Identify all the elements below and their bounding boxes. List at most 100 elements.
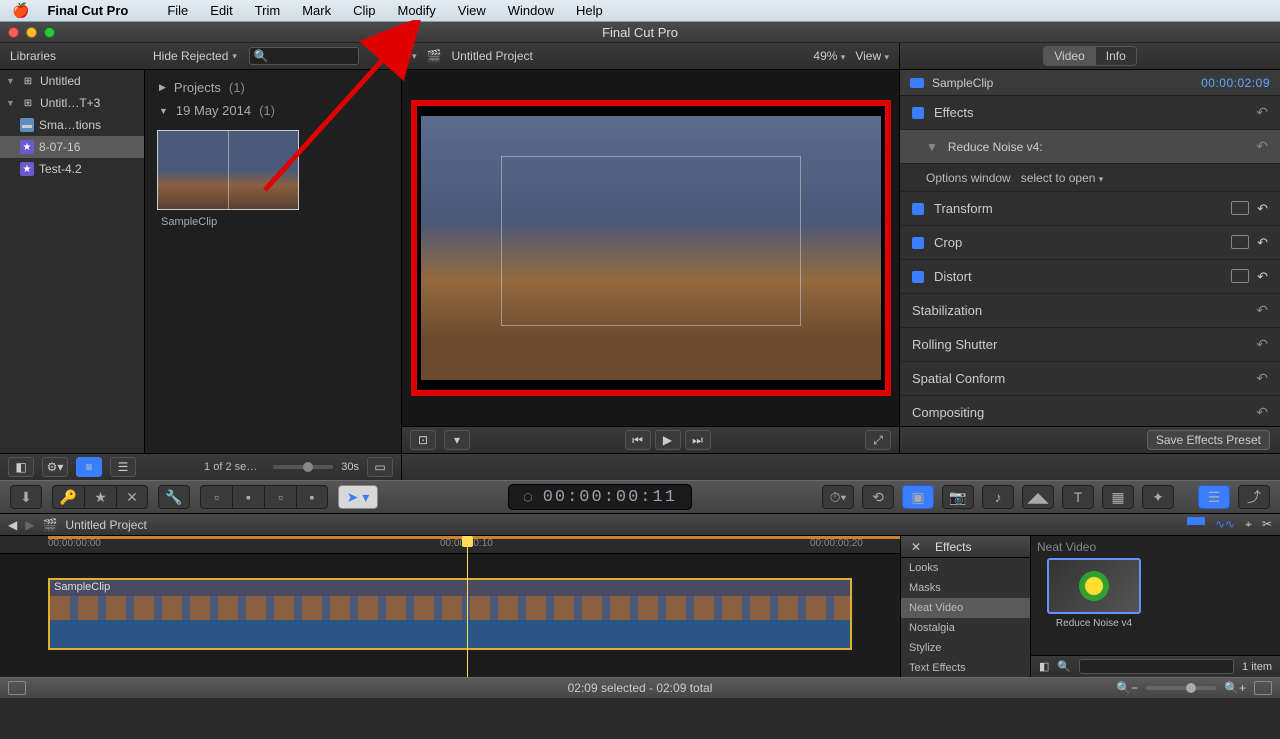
- list-view[interactable]: ☰: [110, 457, 136, 477]
- audio-waveform-icon[interactable]: ∿∿: [1215, 517, 1235, 532]
- fullscreen-button[interactable]: ⤢: [865, 430, 891, 450]
- effects-browser-button[interactable]: ▣: [902, 485, 934, 509]
- reset-icon[interactable]: ↶: [1256, 370, 1268, 387]
- select-tool[interactable]: ➤ ▾: [338, 485, 378, 509]
- timeline[interactable]: 00:00:00:00 00:00:00:10 00:00:00:20 Samp…: [0, 536, 900, 677]
- library-item-selected[interactable]: ★8-07-16: [0, 136, 144, 158]
- fx-category[interactable]: Nostalgia: [901, 618, 1030, 638]
- crop-rect[interactable]: [501, 156, 801, 326]
- fx-category[interactable]: Masks: [901, 578, 1030, 598]
- reset-icon[interactable]: ↶: [1257, 235, 1268, 251]
- inspector-toggle[interactable]: ☰: [1198, 485, 1230, 509]
- menu-mark[interactable]: Mark: [291, 3, 342, 18]
- browser-search[interactable]: 🔍: [249, 47, 359, 65]
- fx-subtab[interactable]: Neat Video: [1037, 540, 1274, 554]
- reset-icon[interactable]: ↶: [1256, 302, 1268, 319]
- clip-thumbnail[interactable]: [157, 130, 299, 210]
- share-button[interactable]: ⤴: [1238, 485, 1270, 509]
- fx-category[interactable]: Text Effects: [901, 658, 1030, 677]
- themes-browser-button[interactable]: ✦: [1142, 485, 1174, 509]
- auto-enhance-button[interactable]: ⟲: [862, 485, 894, 509]
- effects-enable-checkbox[interactable]: [912, 107, 924, 119]
- titles-browser-button[interactable]: T: [1062, 485, 1094, 509]
- menu-view[interactable]: View: [447, 3, 497, 18]
- distort-tool-icon[interactable]: [1231, 269, 1249, 283]
- reset-icon[interactable]: ↶: [1256, 104, 1268, 121]
- effect-reduce-noise[interactable]: Reduce Noise v4:: [948, 140, 1043, 154]
- transform-enable-checkbox[interactable]: [912, 203, 924, 215]
- zoom-slider[interactable]: [1146, 686, 1216, 690]
- clip-name[interactable]: SampleClip: [161, 216, 389, 228]
- fx-filmstrip-toggle[interactable]: ◧: [1039, 660, 1049, 673]
- crop-tool-icon[interactable]: [1231, 235, 1249, 249]
- menu-help[interactable]: Help: [565, 3, 614, 18]
- snapping-toggle[interactable]: ⌖: [1245, 517, 1252, 532]
- play-button[interactable]: ▶: [655, 430, 681, 450]
- transform-tool[interactable]: ⊡: [410, 430, 436, 450]
- library-item[interactable]: ▬Sma…tions: [0, 114, 144, 136]
- library-item[interactable]: ▼⊞Untitl…T+3: [0, 92, 144, 114]
- library-item[interactable]: ★Test-4.2: [0, 158, 144, 180]
- playhead[interactable]: [467, 536, 468, 677]
- effect-item[interactable]: Reduce Noise v4: [1047, 558, 1141, 629]
- fx-category[interactable]: Stylize: [901, 638, 1030, 658]
- date-disclosure[interactable]: ▼19 May 2014(1): [151, 99, 395, 122]
- clip-appearance-button[interactable]: [1254, 681, 1272, 695]
- zoom-in-button[interactable]: 🔍+: [1224, 681, 1246, 695]
- menu-trim[interactable]: Trim: [244, 3, 292, 18]
- menu-window[interactable]: Window: [497, 3, 565, 18]
- tab-video[interactable]: Video: [1043, 46, 1095, 66]
- zoom-level[interactable]: 49% ▾: [813, 49, 845, 63]
- timecode-display[interactable]: ⬡ 00:00:00:11: [508, 484, 692, 510]
- retime-menu[interactable]: ⏱▾: [822, 485, 854, 509]
- next-edit-button[interactable]: ⏭: [685, 430, 711, 450]
- projects-disclosure[interactable]: ▶Projects(1): [151, 76, 395, 99]
- menu-edit[interactable]: Edit: [199, 3, 243, 18]
- transform-dropdown[interactable]: ▾: [444, 430, 470, 450]
- distort-enable-checkbox[interactable]: [912, 271, 924, 283]
- favorite-button[interactable]: ★: [84, 485, 116, 509]
- fx-category[interactable]: Neat Video: [901, 598, 1030, 618]
- enhance-button[interactable]: 🔧: [158, 485, 190, 509]
- menu-file[interactable]: File: [156, 3, 199, 18]
- connect-clip-button[interactable]: ▫: [200, 485, 232, 509]
- hide-rejected-dropdown[interactable]: Hide Rejected▾: [145, 49, 245, 63]
- video-role-toggle[interactable]: [1187, 517, 1205, 525]
- fx-category[interactable]: Looks: [901, 558, 1030, 578]
- clip-appearance[interactable]: ▭: [367, 457, 393, 477]
- close-fx-browser[interactable]: ✕: [909, 540, 923, 554]
- save-effects-preset-button[interactable]: Save Effects Preset: [1147, 430, 1270, 450]
- menu-modify[interactable]: Modify: [387, 3, 447, 18]
- reset-icon[interactable]: ↶: [1256, 138, 1268, 155]
- reject-button[interactable]: ✕: [116, 485, 148, 509]
- reset-icon[interactable]: ↶: [1256, 404, 1268, 421]
- keyword-button[interactable]: 🔑: [52, 485, 84, 509]
- music-browser-button[interactable]: ♪: [982, 485, 1014, 509]
- timeline-clip[interactable]: SampleClip: [48, 578, 852, 650]
- tab-info[interactable]: Info: [1096, 46, 1137, 66]
- photos-browser-button[interactable]: 📷: [942, 485, 974, 509]
- reset-icon[interactable]: ↶: [1257, 269, 1268, 285]
- transform-tool-icon[interactable]: [1231, 201, 1249, 215]
- library-item[interactable]: ▼⊞Untitled: [0, 70, 144, 92]
- append-clip-button[interactable]: ▫: [264, 485, 296, 509]
- timeline-ruler[interactable]: 00:00:00:00 00:00:00:10 00:00:00:20: [0, 536, 900, 554]
- options-select[interactable]: select to open ▾: [1021, 171, 1104, 185]
- clip-height-slider[interactable]: [273, 465, 333, 469]
- gear-menu[interactable]: ⚙▾: [42, 457, 68, 477]
- zoom-out-button[interactable]: 🔍−: [1116, 681, 1138, 695]
- insert-clip-button[interactable]: ▪: [232, 485, 264, 509]
- crop-enable-checkbox[interactable]: [912, 237, 924, 249]
- app-name[interactable]: Final Cut Pro: [47, 3, 128, 18]
- reset-icon[interactable]: ↶: [1256, 336, 1268, 353]
- fx-search-input[interactable]: [1079, 659, 1234, 674]
- skimming-toggle[interactable]: ✂: [1262, 517, 1272, 532]
- timeline-fwd[interactable]: ▶: [25, 518, 34, 532]
- transitions-browser-button[interactable]: ◢◣: [1022, 485, 1054, 509]
- filmstrip-toggle[interactable]: ◧: [8, 457, 34, 477]
- menu-clip[interactable]: Clip: [342, 3, 386, 18]
- apple-menu-icon[interactable]: 🍎: [12, 2, 29, 19]
- generators-browser-button[interactable]: ▦: [1102, 485, 1134, 509]
- viewer-canvas[interactable]: [421, 116, 881, 380]
- viewer-switch[interactable]: ▾: [412, 51, 417, 62]
